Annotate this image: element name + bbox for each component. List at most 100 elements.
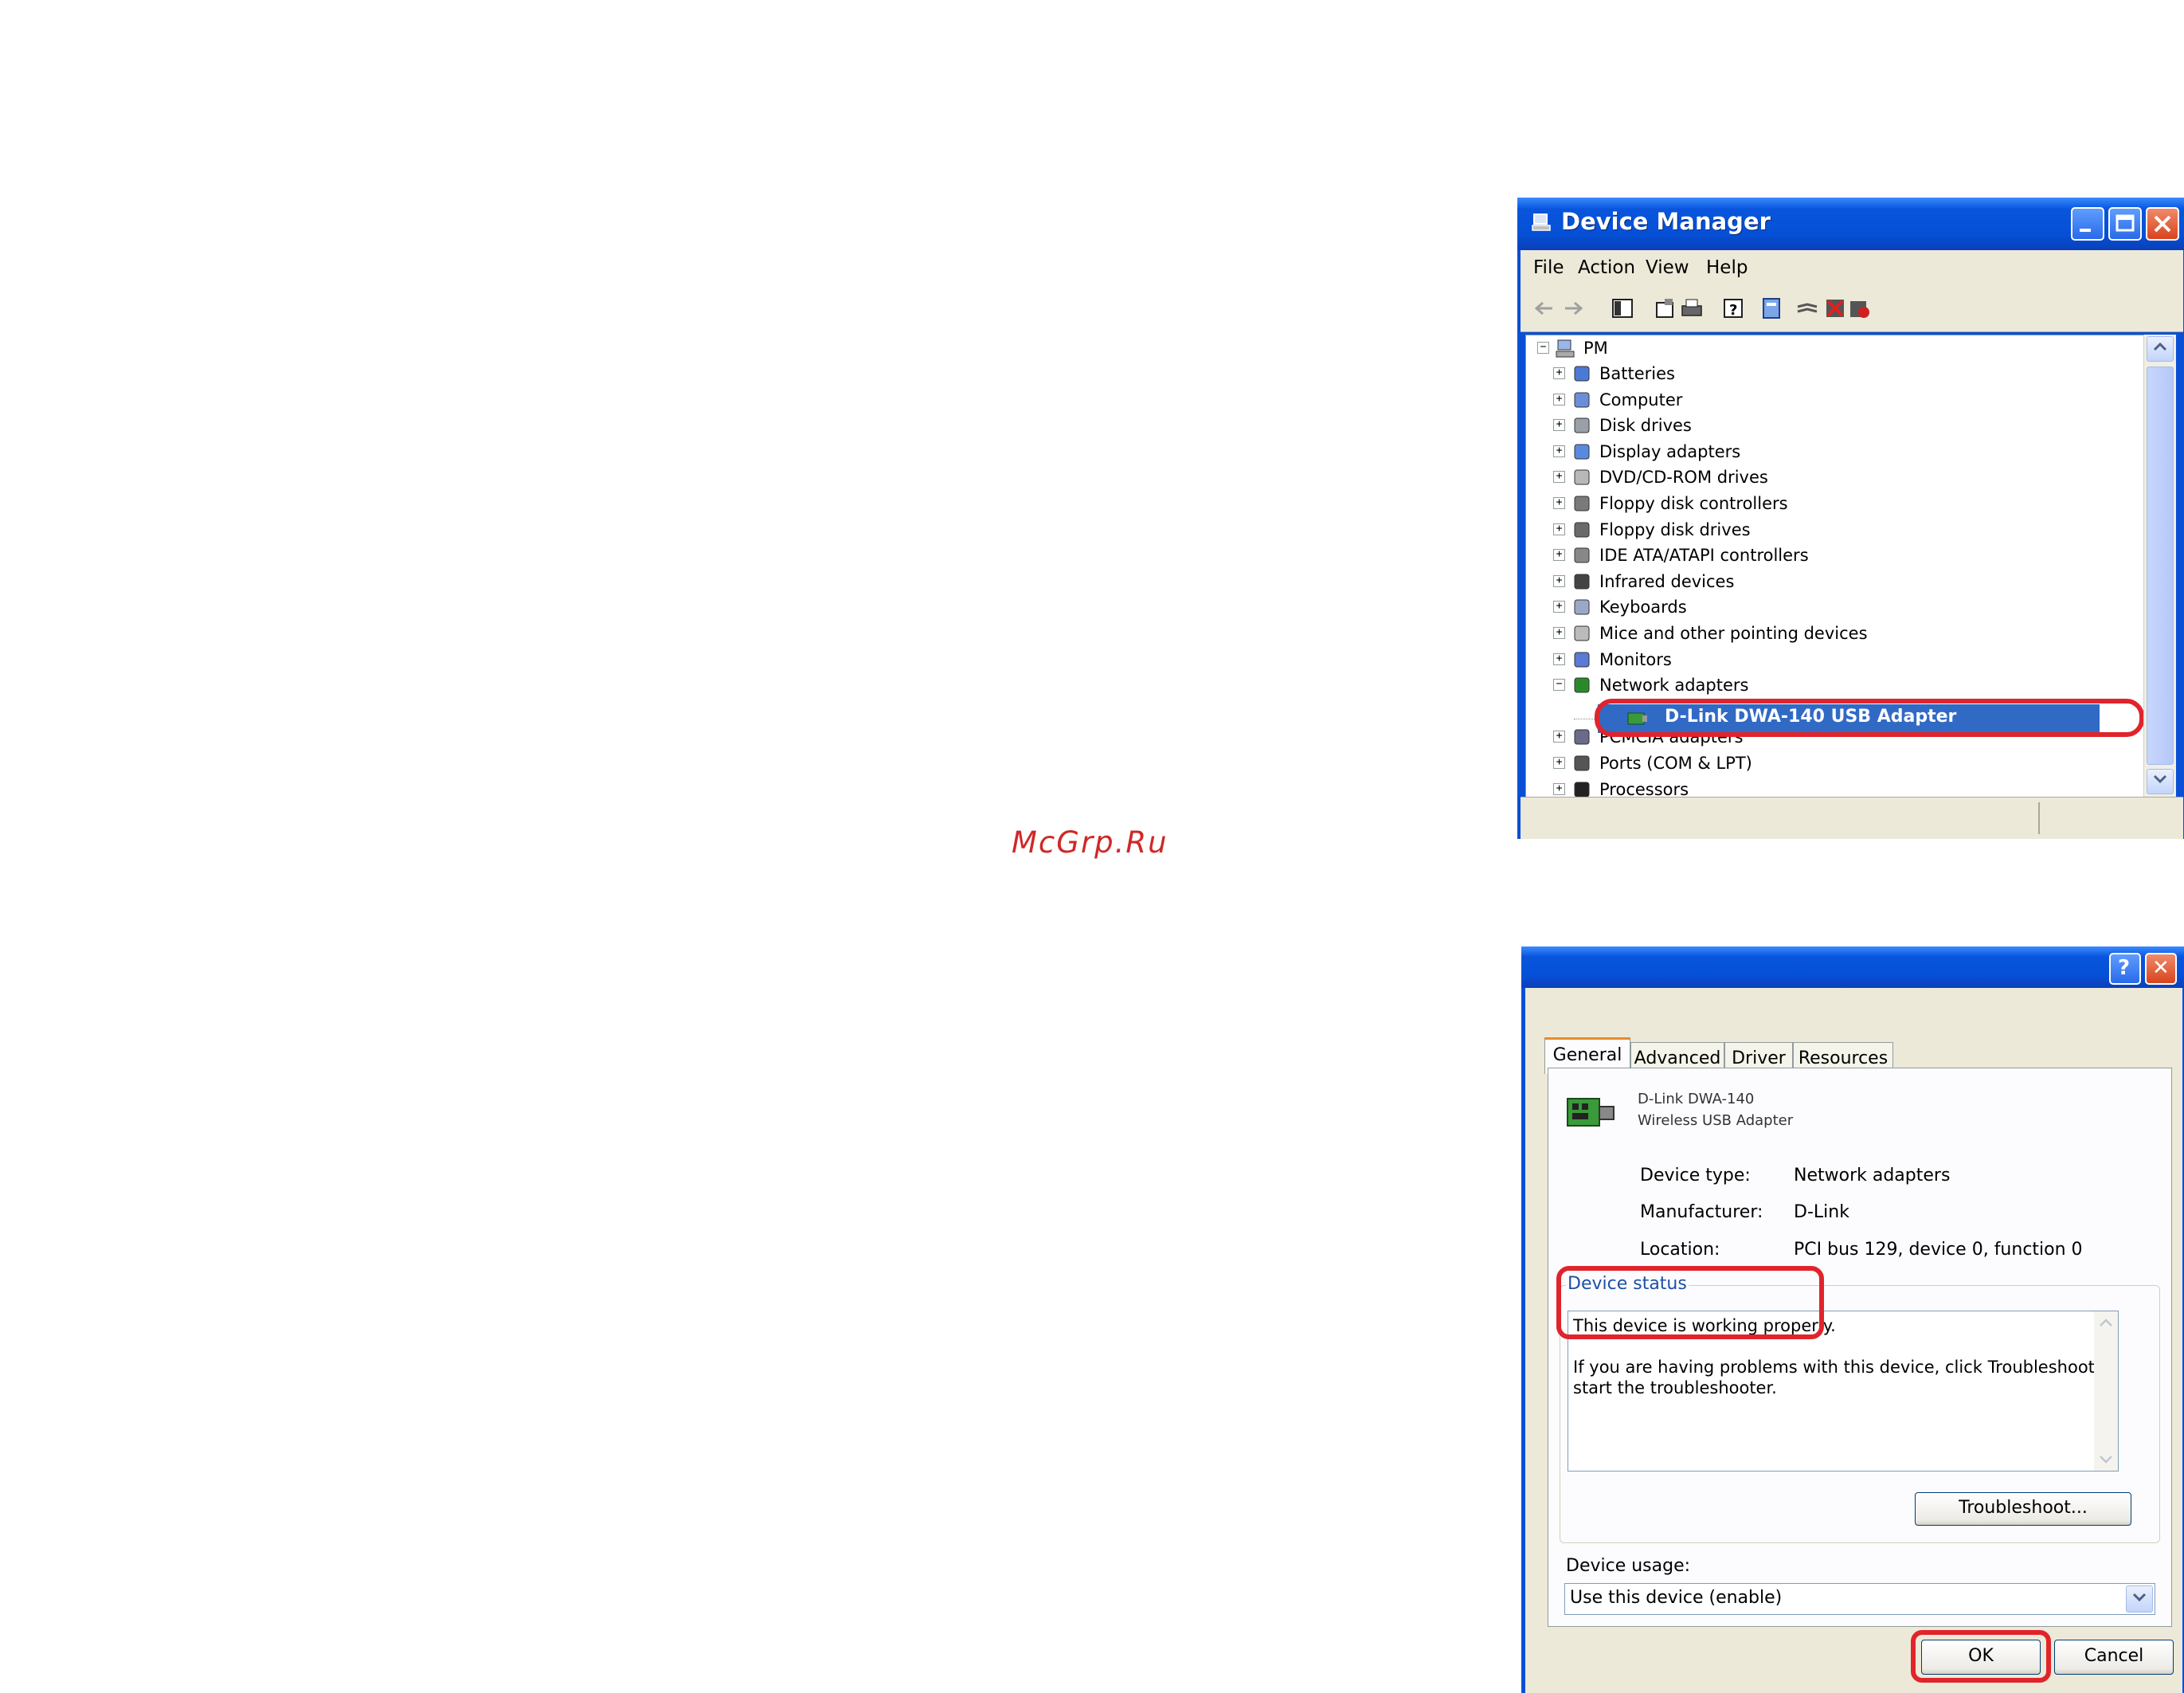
dialog-close-button[interactable]: ✕ <box>2145 953 2177 985</box>
vertical-scrollbar[interactable] <box>2143 335 2176 797</box>
properties-icon[interactable] <box>1654 296 1677 320</box>
troubleshoot-button[interactable]: Troubleshoot... <box>1915 1492 2131 1526</box>
status-scrollbar[interactable] <box>2094 1311 2118 1471</box>
tree-item[interactable]: + Infrared devices <box>1526 569 2131 594</box>
monitor-icon <box>1574 652 1590 668</box>
tree-root-label[interactable]: PM <box>1583 335 1608 361</box>
device-tree: − PM + Batteries + Computer + Disk drives + Dis… <box>1525 335 2145 798</box>
menu-help[interactable]: Help <box>1706 257 1748 278</box>
location-label: Location: <box>1640 1240 1720 1260</box>
menu-view[interactable]: View <box>1646 257 1689 278</box>
tree-item[interactable]: + Batteries <box>1526 361 2131 386</box>
menu-file[interactable]: File <box>1533 257 1564 278</box>
highlight-ring-ok <box>1911 1630 2051 1683</box>
title-bar[interactable]: Device Manager <box>1517 198 2184 250</box>
device-usage-label: Device usage: <box>1566 1556 1691 1576</box>
tree-item[interactable]: + IDE ATA/ATAPI controllers <box>1526 543 2131 568</box>
pcmcia-icon <box>1574 729 1590 745</box>
expand-toggle[interactable]: + <box>1553 471 1565 484</box>
expand-toggle[interactable]: + <box>1553 549 1565 562</box>
expand-toggle[interactable]: + <box>1553 574 1565 587</box>
expand-toggle[interactable]: + <box>1553 627 1565 639</box>
tree-item-label: IDE ATA/ATAPI controllers <box>1599 546 1809 566</box>
collapse-toggle[interactable]: − <box>1537 342 1549 354</box>
general-panel: D-Link DWA-140 Wireless USB Adapter Devi… <box>1548 1068 2172 1627</box>
chevron-up-icon <box>2153 342 2167 351</box>
tree-item[interactable]: + Keyboards <box>1526 594 2131 620</box>
expand-toggle[interactable]: + <box>1553 757 1565 769</box>
tree-item-label: Network adapters <box>1599 676 1749 696</box>
tree-item[interactable]: + Computer <box>1526 387 2131 413</box>
help-button[interactable]: ? <box>2109 953 2141 985</box>
device-name-line2: Wireless USB Adapter <box>1638 1112 1794 1129</box>
show-hide-tree-icon[interactable] <box>1611 296 1634 320</box>
tree-item-label: Monitors <box>1599 649 1672 669</box>
forward-icon[interactable] <box>1562 296 1586 320</box>
expand-toggle[interactable]: + <box>1553 445 1565 457</box>
back-icon[interactable] <box>1532 296 1556 320</box>
expand-toggle[interactable]: + <box>1553 731 1565 743</box>
maximize-button[interactable] <box>2108 207 2142 241</box>
tree-item[interactable]: + DVD/CD-ROM drives <box>1526 464 2131 490</box>
maximize-icon <box>2116 214 2135 232</box>
uninstall-icon[interactable] <box>1823 296 1847 320</box>
network-card-icon <box>1627 712 1647 725</box>
mouse-icon <box>1574 625 1590 641</box>
device-manager-window: Device Manager File Action View Help ? −… <box>1517 198 2184 839</box>
tree-item[interactable]: + Floppy disk drives <box>1526 517 2131 543</box>
minimize-icon <box>2080 229 2091 232</box>
tree-item[interactable]: + Ports (COM & LPT) <box>1526 750 2131 776</box>
svg-text:?: ? <box>1729 302 1737 319</box>
expand-toggle[interactable]: + <box>1553 782 1565 795</box>
tree-item[interactable]: + Processors <box>1526 777 2131 798</box>
tree-item[interactable]: + Disk drives <box>1526 413 2131 438</box>
expand-toggle[interactable]: + <box>1553 367 1565 379</box>
battery-icon <box>1574 366 1590 382</box>
floppy-controller-icon <box>1574 496 1590 511</box>
tree-item-label: Computer <box>1599 390 1683 410</box>
tree-item[interactable]: + Monitors <box>1526 647 2131 672</box>
collapse-toggle[interactable]: − <box>1553 679 1565 692</box>
manufacturer-value: D-Link <box>1794 1202 1849 1222</box>
scroll-up-button[interactable] <box>2147 336 2174 362</box>
device-name-line1: D-Link DWA-140 <box>1638 1091 1755 1107</box>
device-usage-value: Use this device (enable) <box>1570 1588 1783 1608</box>
tree-item[interactable]: − Network adapters <box>1526 672 2131 698</box>
tree-item[interactable]: + Floppy disk controllers <box>1526 491 2131 516</box>
device-usage-select[interactable]: Use this device (enable) <box>1564 1583 2155 1615</box>
help-icon[interactable]: ? <box>1721 296 1745 320</box>
cancel-button[interactable]: Cancel <box>2054 1640 2174 1675</box>
toolbar: ? <box>1521 287 2183 332</box>
dropdown-button[interactable] <box>2126 1585 2153 1613</box>
expand-toggle[interactable]: + <box>1553 497 1565 509</box>
window-title: Device Manager <box>1561 208 1771 235</box>
close-button[interactable] <box>2146 207 2179 241</box>
tree-item-label: Display adapters <box>1599 441 1741 461</box>
tree-item-label: Infrared devices <box>1599 571 1735 591</box>
display-adapter-icon <box>1574 444 1590 460</box>
keyboard-icon <box>1574 599 1590 615</box>
expand-toggle[interactable]: + <box>1553 653 1565 665</box>
expand-toggle[interactable]: + <box>1553 393 1565 406</box>
disable-icon[interactable] <box>1847 296 1871 320</box>
print-icon[interactable] <box>1680 296 1704 320</box>
floppy-drive-icon <box>1574 522 1590 538</box>
tree-item[interactable]: + Display adapters <box>1526 439 2131 464</box>
scroll-thumb[interactable] <box>2147 366 2174 765</box>
chevron-up-icon <box>2100 1319 2112 1327</box>
tree-item-label: Disk drives <box>1599 416 1692 436</box>
expand-toggle[interactable]: + <box>1553 419 1565 432</box>
scroll-down-button[interactable] <box>2147 769 2174 794</box>
tree-item[interactable]: + Mice and other pointing devices <box>1526 621 2131 646</box>
ide-controller-icon <box>1574 547 1590 563</box>
expand-toggle[interactable]: + <box>1553 523 1565 535</box>
tree-item-label: DVD/CD-ROM drives <box>1599 468 1768 488</box>
highlight-ring-device <box>1595 699 2144 737</box>
minimize-button[interactable] <box>2071 207 2104 241</box>
dialog-title-bar[interactable]: ? ✕ <box>1521 946 2184 988</box>
menu-bar: File Action View Help <box>1521 250 2183 288</box>
update-driver-icon[interactable] <box>1759 296 1783 320</box>
scan-changes-icon[interactable] <box>1795 296 1819 320</box>
expand-toggle[interactable]: + <box>1553 601 1565 613</box>
menu-action[interactable]: Action <box>1578 257 1635 278</box>
